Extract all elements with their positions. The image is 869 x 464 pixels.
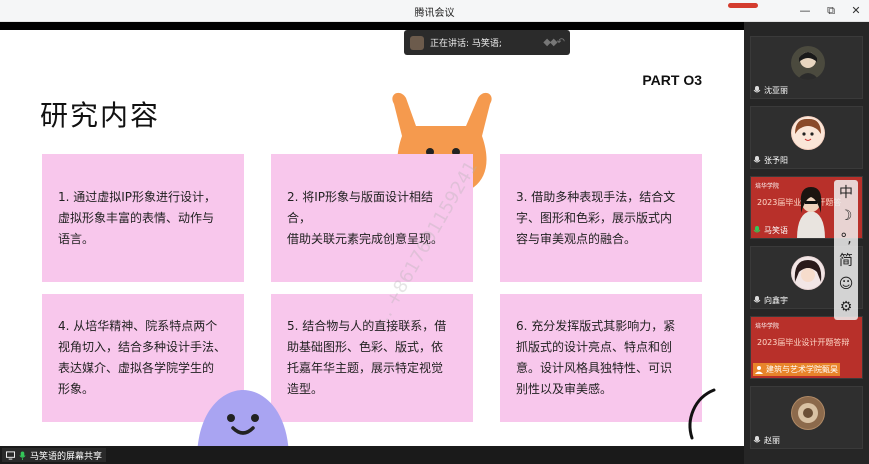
participant-video-tile[interactable]: 培华学院 2023届毕业设计开题答辩 建筑与艺术学院甄昊 xyxy=(750,316,863,379)
microphone-icon xyxy=(753,296,761,303)
card-5-line-1: 5. 结合物与人的直接联系，借 xyxy=(287,319,447,333)
user-icon xyxy=(755,366,763,374)
recording-indicator[interactable] xyxy=(728,3,758,8)
video-header-text: 培华学院 xyxy=(755,323,780,330)
avatar xyxy=(791,396,825,430)
title-bar: 腾讯会议 — ⧉ ✕ xyxy=(0,0,869,22)
moon-icon[interactable]: ☽ xyxy=(840,208,853,224)
content-card-3: 3. 借助多种表现手法，结合文 字、图形和色彩，展示版式内 容与审美观点的融合。 xyxy=(500,154,702,282)
shared-screen[interactable]: PART O3 研究内容 1. 通过虚拟IP形象进行设计， 虚拟形象丰富的表情、… xyxy=(0,22,744,446)
microphone-icon xyxy=(753,86,761,93)
bottom-bar: 马笑语的屏幕共享 xyxy=(0,446,744,464)
participant-video xyxy=(797,187,825,238)
card-5-line-2: 助基础图形、色彩、版式，依 xyxy=(287,340,444,354)
card-1-line-1: 1. 通过虚拟IP形象进行设计， xyxy=(58,189,217,204)
avatar xyxy=(791,116,825,150)
meeting-window: 腾讯会议 — ⧉ ✕ PART O3 研究内容 1. 通过虚拟IP形象进行设计，… xyxy=(0,0,869,464)
participant-name: 马笑语 xyxy=(764,226,788,235)
microphone-icon xyxy=(753,226,761,233)
video-title-text: 2023届毕业设计开题答辩 xyxy=(757,338,850,347)
avatar xyxy=(791,46,825,80)
settings-icon[interactable]: ⚙ xyxy=(840,299,853,315)
screen-share-text: 马笑语的屏幕共享 xyxy=(30,451,103,462)
participant-tile[interactable]: 赵丽 xyxy=(750,386,863,449)
input-method-toolbar: 中 ☽ °, 简 ☺ ⚙ xyxy=(834,180,858,320)
pen-stroke-icon xyxy=(688,388,716,440)
speaker-pin-icon[interactable]: ◆◆↶ xyxy=(543,37,565,48)
restore-icon[interactable]: ⧉ xyxy=(823,3,839,19)
participant-name: 张予阳 xyxy=(764,156,788,165)
chinese-mode-icon[interactable]: 中 xyxy=(839,185,853,201)
presentation-slide: PART O3 研究内容 1. 通过虚拟IP形象进行设计， 虚拟形象丰富的表情、… xyxy=(0,30,744,446)
microphone-icon xyxy=(753,156,761,163)
avatar xyxy=(791,256,825,290)
slide-title: 研究内容 xyxy=(40,99,161,132)
card-6-line-1: 6. 充分发挥版式其影响力，紧 xyxy=(516,319,676,333)
screen-share-label[interactable]: 马笑语的屏幕共享 xyxy=(2,448,107,462)
microphone-icon xyxy=(19,450,26,460)
participant-name: 建筑与艺术学院甄昊 xyxy=(766,365,838,374)
participant-name: 赵丽 xyxy=(764,436,780,445)
card-3-line-1: 3. 借助多种表现手法，结合文 xyxy=(516,189,676,204)
card-4-line-2: 视角切入，结合多种设计手法、 xyxy=(58,340,227,354)
speaker-avatar xyxy=(410,35,424,50)
slide-part-label: PART O3 xyxy=(642,72,702,88)
punctuation-icon[interactable]: °, xyxy=(840,231,851,247)
screen-share-icon xyxy=(6,450,15,460)
content-card-5: 5. 结合物与人的直接联系，借 助基础图形、色彩、版式，依 托嘉年华主题，展示特… xyxy=(271,294,473,422)
participant-tile[interactable]: 沈亚丽 xyxy=(750,36,863,99)
microphone-icon xyxy=(753,436,761,443)
simplified-mode-icon[interactable]: 简 xyxy=(839,253,853,269)
blue-mascot-icon xyxy=(197,390,289,446)
video-header-text: 培华学院 xyxy=(755,183,780,190)
card-6-line-2: 抓版式的设计亮点、特点和创 xyxy=(516,340,673,354)
card-3-line-2: 字、图形和色彩，展示版式内 xyxy=(516,210,673,225)
minimize-icon[interactable]: — xyxy=(797,3,813,19)
emoji-icon[interactable]: ☺ xyxy=(839,276,854,292)
content-card-6: 6. 充分发挥版式其影响力，紧 抓版式的设计亮点、特点和创 意。设计风格具独特性… xyxy=(500,294,702,422)
card-4-line-1: 4. 从培华精神、院系特点两个 xyxy=(58,319,218,333)
card-6-line-4: 别性以及审美感。 xyxy=(516,382,613,396)
card-1-line-3: 语言。 xyxy=(58,231,95,246)
card-5-line-4: 造型。 xyxy=(287,382,324,396)
card-4-line-3: 表达媒介、虚拟各学院学生的 xyxy=(58,361,215,375)
participant-name: 沈亚丽 xyxy=(764,86,788,95)
card-6-line-3: 意。设计风格具独特性、可识 xyxy=(516,361,673,375)
content-card-1: 1. 通过虚拟IP形象进行设计， 虚拟形象丰富的表情、动作与 语言。 xyxy=(42,154,244,282)
card-3-line-3: 容与审美观点的融合。 xyxy=(516,231,637,246)
speaking-indicator: 正在讲话: 马笑语; ◆◆↶ xyxy=(404,30,570,55)
participant-tile[interactable]: 张予阳 xyxy=(750,106,863,169)
close-icon[interactable]: ✕ xyxy=(848,3,864,19)
participant-name: 向鑫宇 xyxy=(764,296,788,305)
speaking-text: 正在讲话: 马笑语; xyxy=(430,39,502,49)
card-1-line-2: 虚拟形象丰富的表情、动作与 xyxy=(58,210,215,225)
card-5-line-3: 托嘉年华主题，展示特定视觉 xyxy=(287,361,444,375)
